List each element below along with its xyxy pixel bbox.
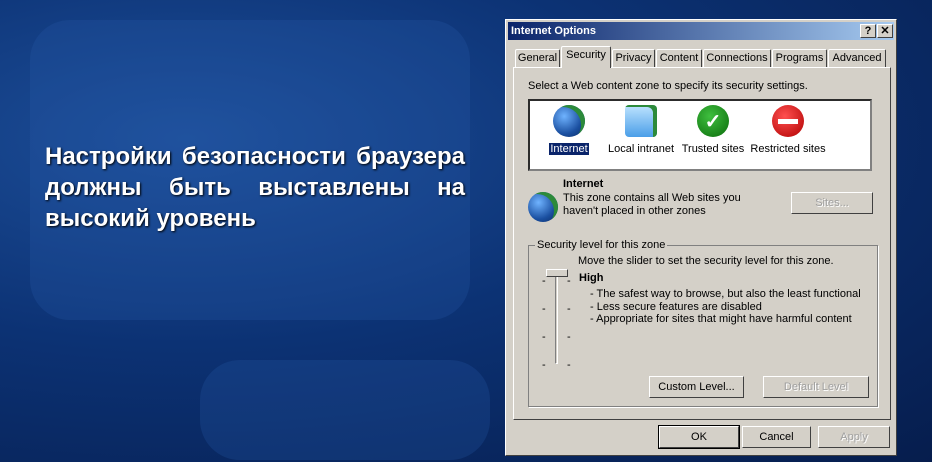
globe-icon <box>528 192 558 222</box>
dialog-title: Internet Options <box>511 25 596 37</box>
no-entry-icon <box>772 105 804 137</box>
security-level-group: Security level for this zone Move the sl… <box>528 239 878 407</box>
internet-options-dialog: Internet Options ? ✕ General Security Pr… <box>505 19 897 456</box>
level-name: High <box>579 272 604 284</box>
tab-connections[interactable]: Connections <box>703 49 771 68</box>
zone-label: Restricted sites <box>750 143 826 155</box>
zone-local-intranet[interactable]: Local intranet <box>604 103 678 155</box>
selected-zone-name: Internet <box>563 178 604 190</box>
group-label: Security level for this zone <box>535 239 668 251</box>
zone-list: Internet Local intranet ✓ Trusted sites R… <box>528 99 872 171</box>
globe-icon <box>553 105 585 137</box>
title-bar: Internet Options ? ✕ <box>508 22 894 40</box>
zone-restricted-sites[interactable]: Restricted sites <box>749 103 827 155</box>
tab-content[interactable]: Content <box>656 49 702 68</box>
slider-hint: Move the slider to set the security leve… <box>578 255 834 267</box>
sites-button[interactable]: Sites... <box>791 192 873 214</box>
background-panel <box>200 360 490 460</box>
tab-advanced[interactable]: Advanced <box>828 49 886 68</box>
level-bullet: - Appropriate for sites that might have … <box>590 313 852 325</box>
intranet-icon <box>625 105 657 137</box>
zone-label: Local intranet <box>607 143 675 155</box>
level-bullet: - The safest way to browse, but also the… <box>590 288 861 300</box>
custom-level-button[interactable]: Custom Level... <box>649 376 744 398</box>
selected-zone-description: This zone contains all Web sites you hav… <box>563 192 741 217</box>
level-bullets: - The safest way to browse, but also the… <box>590 288 861 326</box>
slider-ticks: ---- <box>542 275 546 371</box>
slider-thumb[interactable] <box>546 269 568 277</box>
ok-button[interactable]: OK <box>658 425 740 449</box>
help-button[interactable]: ? <box>860 24 876 38</box>
tab-privacy[interactable]: Privacy <box>612 49 655 68</box>
zone-internet[interactable]: Internet <box>532 103 606 155</box>
slider-track <box>555 270 558 364</box>
level-bullet: - Less secure features are disabled <box>590 300 762 313</box>
zone-trusted-sites[interactable]: ✓ Trusted sites <box>676 103 750 155</box>
close-button[interactable]: ✕ <box>877 24 893 38</box>
zone-prompt: Select a Web content zone to specify its… <box>528 80 808 92</box>
tab-general[interactable]: General <box>515 49 560 68</box>
apply-button[interactable]: Apply <box>818 426 890 448</box>
default-level-button[interactable]: Default Level <box>763 376 869 398</box>
zone-label: Internet <box>549 143 589 155</box>
checkmark-icon: ✓ <box>697 105 729 137</box>
slider-ticks: ---- <box>567 275 571 371</box>
tab-security[interactable]: Security <box>561 46 611 68</box>
zone-label: Trusted sites <box>681 143 745 155</box>
security-panel: Select a Web content zone to specify its… <box>513 67 891 420</box>
slide-heading: Настройки безопасности браузера должны б… <box>45 143 465 232</box>
tab-programs[interactable]: Programs <box>772 49 827 68</box>
cancel-button[interactable]: Cancel <box>742 426 811 448</box>
